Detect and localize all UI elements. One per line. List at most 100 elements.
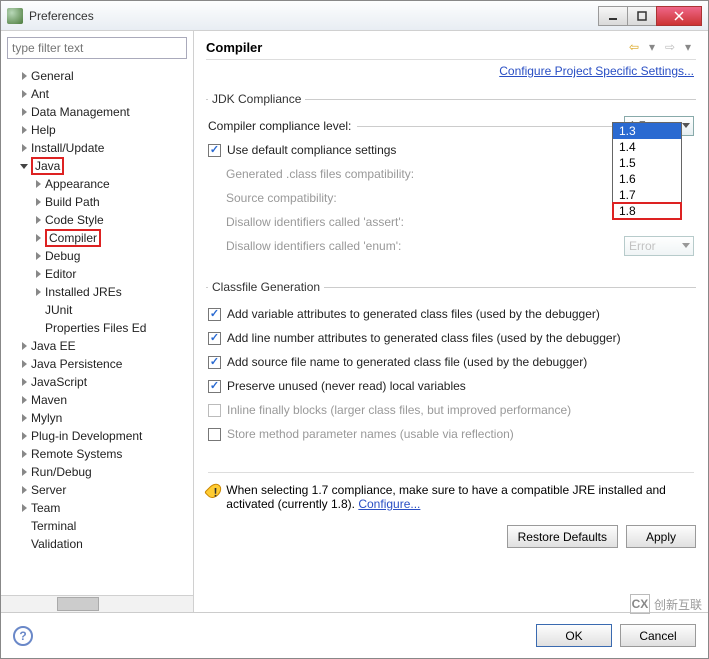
tree-item[interactable]: Team [5,499,193,517]
expand-icon[interactable] [33,197,43,207]
tree-item[interactable]: Appearance [5,175,193,193]
expand-icon[interactable] [33,251,43,261]
expand-icon[interactable] [19,71,29,81]
cf-c4-checkbox[interactable] [208,380,221,393]
tree-item[interactable]: Installed JREs [5,283,193,301]
expand-icon[interactable] [33,269,43,279]
scrollbar-thumb[interactable] [57,597,99,611]
tree-label: Maven [31,393,67,407]
tree-item[interactable]: Code Style [5,211,193,229]
tree-item[interactable]: Debug [5,247,193,265]
tree-item[interactable]: Java Persistence [5,355,193,373]
tree-label: Java Persistence [31,357,122,371]
watermark-logo: CX [630,594,650,614]
ok-button[interactable]: OK [536,624,612,647]
tree-label: Compiler [45,229,101,247]
cf-c2-checkbox[interactable] [208,332,221,345]
use-default-checkbox[interactable] [208,144,221,157]
expand-icon[interactable] [19,467,29,477]
tree-item[interactable]: Data Management [5,103,193,121]
generated-label: Generated .class files compatibility: [226,167,414,181]
expand-icon[interactable] [33,215,43,225]
tree-item[interactable]: General [5,67,193,85]
compliance-option[interactable]: 1.8 [612,202,682,220]
rule-line [357,126,618,127]
expand-icon[interactable] [19,377,29,387]
forward-icon[interactable]: ⇨ [662,39,678,55]
tree-label: Java [31,157,64,175]
cf-c6-label: Store method parameter names (usable via… [227,427,514,441]
apply-button[interactable]: Apply [626,525,696,548]
tree-item[interactable]: Terminal [5,517,193,535]
chevron-down-icon [682,243,690,248]
tree-item[interactable]: Mylyn [5,409,193,427]
minimize-button[interactable] [598,6,628,26]
tree-item[interactable]: Build Path [5,193,193,211]
compliance-option[interactable]: 1.3 [613,123,681,139]
tree-item[interactable]: Java EE [5,337,193,355]
horizontal-scrollbar[interactable] [1,595,193,612]
tree-item[interactable]: Install/Update [5,139,193,157]
compliance-option[interactable]: 1.4 [613,139,681,155]
tree-item[interactable]: Plug-in Development [5,427,193,445]
expand-icon[interactable] [19,359,29,369]
cf-c5-label: Inline finally blocks (larger class file… [227,403,571,417]
compliance-option[interactable]: 1.5 [613,155,681,171]
expand-icon[interactable] [19,125,29,135]
tree-item[interactable]: Editor [5,265,193,283]
compliance-dropdown[interactable]: 1.31.41.51.61.71.8 [612,122,682,220]
expand-icon[interactable] [33,179,43,189]
tree-item[interactable]: Server [5,481,193,499]
tree-item[interactable]: Remote Systems [5,445,193,463]
tree-item[interactable]: JUnit [5,301,193,319]
cf-c1-checkbox[interactable] [208,308,221,321]
configure-project-link[interactable]: Configure Project Specific Settings... [499,64,694,78]
tree-label: JUnit [45,303,72,317]
classfile-group: Classfile Generation Add variable attrib… [206,280,696,450]
close-button[interactable] [656,6,702,26]
expand-icon[interactable] [33,233,43,243]
configure-jre-link[interactable]: Configure... [358,497,420,511]
tree-item[interactable]: Run/Debug [5,463,193,481]
forward-menu-icon[interactable]: ▾ [680,39,696,55]
expand-icon[interactable] [19,107,29,117]
tree-item[interactable]: Maven [5,391,193,409]
tree-item[interactable]: Help [5,121,193,139]
maximize-button[interactable] [627,6,657,26]
cf-c3-checkbox[interactable] [208,356,221,369]
tree-label: Editor [45,267,76,281]
cf-c2-label: Add line number attributes to generated … [227,331,621,345]
tree-label: Data Management [31,105,130,119]
expand-icon[interactable] [19,395,29,405]
filter-input[interactable] [7,37,187,59]
tree-label: Code Style [45,213,104,227]
jdk-legend: JDK Compliance [208,92,305,106]
cancel-button[interactable]: Cancel [620,624,696,647]
back-menu-icon[interactable]: ▾ [644,39,660,55]
expand-icon[interactable] [19,485,29,495]
compliance-option[interactable]: 1.7 [613,187,681,203]
tree-item[interactable]: Validation [5,535,193,553]
tree-item[interactable]: JavaScript [5,373,193,391]
back-icon[interactable]: ⇦ [626,39,642,55]
expand-icon[interactable] [19,413,29,423]
preferences-tree[interactable]: GeneralAnt Data Management HelpInstall/Upd… [1,65,193,595]
cf-c5-checkbox [208,404,221,417]
expand-icon[interactable] [19,449,29,459]
expand-icon[interactable] [33,287,43,297]
expand-icon[interactable] [19,503,29,513]
expand-icon[interactable] [19,341,29,351]
expand-icon[interactable] [19,431,29,441]
tree-item[interactable]: Java [5,157,193,175]
compliance-option[interactable]: 1.6 [613,171,681,187]
restore-defaults-button[interactable]: Restore Defaults [507,525,618,548]
tree-item[interactable]: Properties Files Ed [5,319,193,337]
expand-icon[interactable] [19,89,29,99]
expand-icon[interactable] [19,143,29,153]
tree-item[interactable]: Compiler [5,229,193,247]
expand-icon[interactable] [19,161,29,171]
cf-c6-checkbox[interactable] [208,428,221,441]
tree-item[interactable]: Ant [5,85,193,103]
help-icon[interactable]: ? [13,626,33,646]
tree-label: Server [31,483,66,497]
